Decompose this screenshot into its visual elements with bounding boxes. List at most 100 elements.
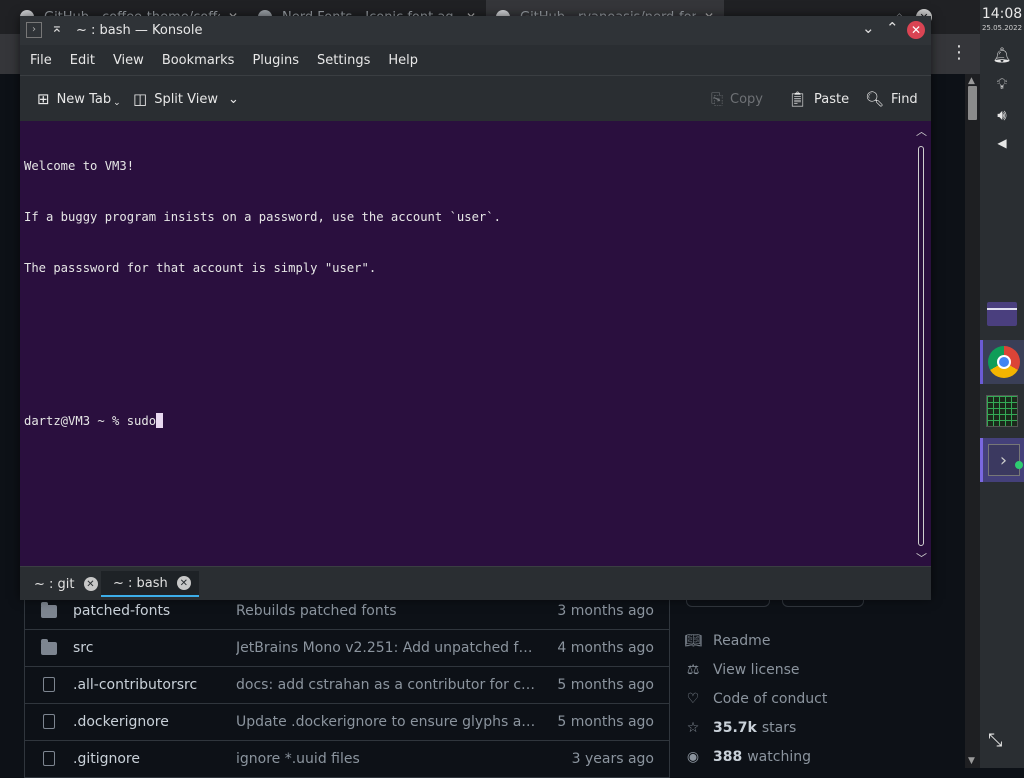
- commit-age: 5 months ago: [557, 677, 654, 693]
- paste-button[interactable]: 📋︎ Paste: [788, 90, 849, 108]
- lightbulb-icon[interactable]: 💡︎: [992, 75, 1012, 93]
- close-window-icon[interactable]: ✕: [907, 21, 925, 39]
- title-bar[interactable]: › ⌅ ~ : bash — Konsole ⌄ ⌃ ✕: [20, 16, 931, 45]
- taskbar-files-app[interactable]: [980, 292, 1024, 336]
- expand-tray-arrow-icon[interactable]: ◀: [992, 136, 1012, 150]
- file-row[interactable]: .dockerignore Update .dockerignore to en…: [25, 703, 669, 740]
- eye-icon: ◉: [686, 748, 700, 765]
- readme-label: Readme: [713, 632, 771, 649]
- menu-plugins[interactable]: Plugins: [243, 53, 308, 68]
- chrome-icon: [987, 346, 1020, 378]
- code-of-conduct-link[interactable]: ♡ Code of conduct: [684, 684, 828, 713]
- close-tab-icon[interactable]: ✕: [83, 577, 98, 591]
- scroll-down-icon[interactable]: ▼: [968, 756, 975, 766]
- watching-label: watching: [747, 748, 811, 765]
- commit-message[interactable]: docs: add cstrahan as a contributor for …: [236, 677, 536, 693]
- menu-edit[interactable]: Edit: [61, 53, 104, 68]
- konsole-window: › ⌅ ~ : bash — Konsole ⌄ ⌃ ✕ File Edit V…: [20, 16, 931, 600]
- file-row[interactable]: .gitignore ignore *.uuid files 3 years a…: [25, 740, 669, 777]
- new-tab-label: New Tab: [56, 91, 112, 107]
- file-list: patched-fonts Rebuilds patched fonts 3 m…: [24, 592, 670, 778]
- terminal-view[interactable]: Welcome to VM3! If a buggy program insis…: [20, 121, 919, 566]
- text-cursor: [156, 413, 164, 428]
- star-icon: ☆: [686, 719, 700, 736]
- clipboard-icon: 📋︎: [788, 90, 808, 108]
- file-row[interactable]: .all-contributorsrc docs: add cstrahan a…: [25, 666, 669, 703]
- file-row[interactable]: src JetBrains Mono v2.251: Add unpatched…: [25, 629, 669, 666]
- tab-bash[interactable]: ~ : bash ✕: [101, 571, 199, 597]
- taskbar-konsole-app[interactable]: ›: [980, 438, 1024, 482]
- terminal-tab-bar: ~ : git ✕ ~ : bash ✕: [20, 566, 931, 600]
- menu-file[interactable]: File: [21, 53, 61, 68]
- minimize-chevron-down-icon[interactable]: ⌄: [862, 19, 875, 37]
- commit-message[interactable]: Rebuilds patched fonts: [236, 603, 536, 619]
- watching-link[interactable]: ◉ 388 watching: [684, 742, 827, 771]
- system-monitor-icon: [986, 395, 1018, 427]
- terminal-line: Welcome to VM3!: [24, 159, 135, 173]
- close-tab-icon[interactable]: ✕: [176, 576, 191, 590]
- file-name[interactable]: .dockerignore: [73, 714, 169, 730]
- chevron-down-icon[interactable]: ⌄: [113, 98, 121, 108]
- menu-settings[interactable]: Settings: [308, 53, 379, 68]
- license-link[interactable]: ⚖︎ View license: [684, 655, 827, 684]
- new-tab-button[interactable]: ⊞ New Tab ⌄: [37, 90, 121, 108]
- split-view-label: Split View: [154, 91, 218, 107]
- tab-git[interactable]: ~ : git ✕: [22, 571, 106, 597]
- scroll-up-icon[interactable]: ▲: [968, 76, 975, 86]
- stars-label: stars: [761, 719, 797, 736]
- maximize-chevron-up-icon[interactable]: ⌃: [886, 19, 899, 37]
- notifications-bell-icon[interactable]: 🔔︎: [992, 46, 1012, 64]
- copy-button[interactable]: ⎘ Copy: [711, 90, 763, 108]
- readme-link[interactable]: 📖︎ Readme: [684, 626, 827, 655]
- split-view-icon: ◫: [133, 90, 148, 108]
- commit-message[interactable]: Update .dockerignore to ensure glyphs ar…: [236, 714, 536, 730]
- page-scrollbar[interactable]: ▲ ▼: [965, 74, 980, 768]
- stars-link[interactable]: ☆ 35.7k stars: [684, 713, 827, 742]
- search-icon: 🔍︎: [865, 90, 885, 108]
- about-sidebar: 📖︎ Readme ⚖︎ View license ♡ Code of cond…: [684, 626, 827, 771]
- taskbar-chrome-app[interactable]: [980, 340, 1024, 384]
- volume-icon[interactable]: 🔊︎: [992, 106, 1012, 124]
- find-button[interactable]: 🔍︎ Find: [865, 90, 918, 108]
- split-view-button[interactable]: ◫ Split View ⌄: [133, 90, 239, 108]
- file-icon: [41, 751, 57, 767]
- toolbar: ⊞ New Tab ⌄ ◫ Split View ⌄ ⎘ Copy 📋︎ Pas…: [20, 75, 931, 122]
- file-name[interactable]: patched-fonts: [73, 603, 170, 619]
- menu-help[interactable]: Help: [379, 53, 427, 68]
- menu-view[interactable]: View: [104, 53, 153, 68]
- taskbar-monitor-app[interactable]: [980, 389, 1024, 433]
- terminal-icon: ›: [987, 444, 1023, 476]
- konsole-app-icon[interactable]: ›: [26, 22, 42, 38]
- conduct-label: Code of conduct: [713, 690, 828, 707]
- tab-label: ~ : git: [34, 576, 75, 592]
- commit-age: 4 months ago: [557, 640, 654, 656]
- keep-above-icon[interactable]: ⌅: [51, 20, 63, 36]
- terminal-line: The passsword for that account is simply…: [24, 261, 377, 275]
- chevron-down-icon[interactable]: ⌄: [228, 92, 239, 107]
- terminal-scrollbar[interactable]: ︿ ﹀: [913, 121, 931, 566]
- prompt-line[interactable]: dartz@VM3 ~ % sudo: [24, 413, 501, 430]
- find-label: Find: [891, 91, 918, 107]
- scroll-thumb[interactable]: [968, 86, 977, 120]
- scroll-track[interactable]: [918, 146, 924, 546]
- commit-message[interactable]: JetBrains Mono v2.251: Add unpatched fon…: [236, 640, 536, 656]
- more-menu-icon[interactable]: ⋮: [950, 44, 968, 62]
- terminal-output: Welcome to VM3! If a buggy program insis…: [24, 124, 501, 464]
- file-name[interactable]: src: [73, 640, 93, 656]
- menu-bookmarks[interactable]: Bookmarks: [153, 53, 244, 68]
- file-name[interactable]: .gitignore: [73, 751, 140, 767]
- scroll-up-chevron-icon[interactable]: ︿: [916, 123, 927, 139]
- watching-count: 388: [713, 748, 743, 765]
- commit-message[interactable]: ignore *.uuid files: [236, 751, 536, 767]
- commit-age: 3 months ago: [557, 603, 654, 619]
- scroll-down-chevron-icon[interactable]: ﹀: [916, 550, 927, 566]
- expand-corner-icon[interactable]: ⤡: [988, 730, 1002, 751]
- stars-count: 35.7k: [713, 719, 757, 736]
- file-icon: [41, 677, 57, 693]
- law-scale-icon: ⚖︎: [686, 661, 700, 678]
- paste-label: Paste: [814, 91, 850, 107]
- file-name[interactable]: .all-contributorsrc: [73, 677, 197, 693]
- clock-time[interactable]: 14:08: [980, 6, 1024, 22]
